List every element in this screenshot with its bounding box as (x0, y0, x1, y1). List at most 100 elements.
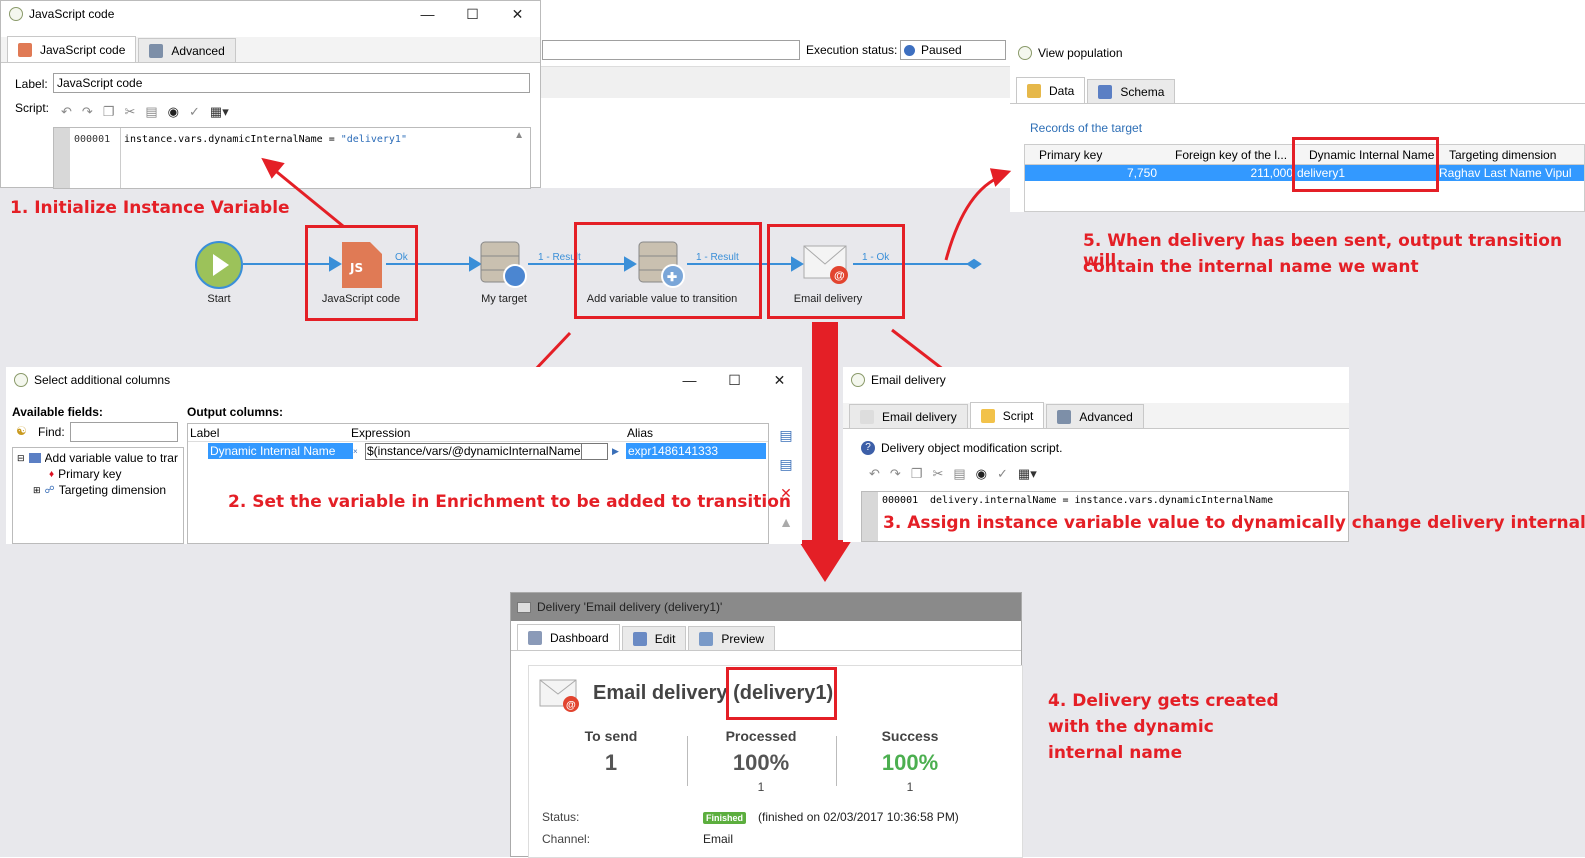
add-icon[interactable]: ▤ (779, 427, 792, 444)
copy-icon[interactable]: ❐ (911, 466, 923, 482)
node-label: My target (481, 293, 527, 305)
preview-icon (699, 631, 714, 646)
available-fields-label: Available fields: (12, 405, 103, 419)
my-target-node[interactable] (480, 240, 530, 293)
filter-icon[interactable]: ☯ (16, 424, 27, 438)
tab-label: Advanced (1079, 409, 1133, 424)
cell-alias: expr1486141333 (626, 443, 766, 459)
tab-label: Dashboard (550, 630, 609, 645)
search-icon[interactable]: ◉ (976, 466, 987, 482)
close-icon[interactable]: ✕ (757, 372, 802, 389)
window-title: Email delivery (871, 373, 946, 387)
help-text: Delivery object modification script. (881, 441, 1063, 455)
edit-icon (632, 631, 647, 646)
tab-preview[interactable]: Preview (688, 626, 776, 650)
output-end (966, 258, 982, 270)
play-icon (195, 241, 243, 289)
undo-icon[interactable]: ↶ (869, 466, 880, 482)
cell-label: Dynamic Internal Name (208, 443, 353, 459)
email-icon (517, 601, 531, 613)
tab-edit[interactable]: Edit (621, 626, 687, 650)
annotation-2: 2. Set the variable in Enrichment to be … (228, 492, 791, 512)
minimize-icon[interactable]: — (667, 372, 712, 389)
select-columns-window: Select additional columns — ☐ ✕ Availabl… (6, 367, 802, 544)
expression-extra[interactable] (582, 442, 608, 460)
table-icon (28, 453, 41, 463)
status-text: (finished on 02/03/2017 10:36:58 PM) (758, 810, 959, 824)
line-number: 000001 (882, 495, 919, 506)
tree-item[interactable]: ♦ Primary key (13, 466, 183, 482)
kpi-value: 100% (732, 750, 790, 775)
status-label: Status: (542, 810, 580, 824)
column-header[interactable]: Alias (627, 426, 767, 440)
tab-label: Script (1002, 408, 1034, 423)
node-label: Start (207, 293, 231, 305)
redo-icon[interactable]: ↷ (890, 466, 901, 482)
fields-tree: ⊟ Add variable value to trar ♦ Primary key… (12, 447, 184, 544)
kpi-to-send: To send 1 (551, 728, 671, 776)
column-header[interactable]: Label (188, 426, 351, 440)
script-toolbar: ↶ ↷ ❐ ✂ ▤ ◉ ✓ ▦▾ (869, 463, 1037, 485)
edit-icon[interactable]: ▤ (779, 456, 792, 473)
code-line: delivery.internalName = instance.vars.dy… (930, 495, 1274, 506)
heading-text: Email delivery (593, 682, 728, 704)
tab-script[interactable]: Script (969, 402, 1045, 428)
edit-expression-icon[interactable]: ▶ (612, 446, 626, 457)
title-bar: Delivery 'Email delivery (delivery1)' (511, 593, 1021, 621)
start-node[interactable] (194, 240, 244, 293)
kpi-label: Processed (725, 728, 797, 744)
check-icon[interactable]: ✓ (997, 466, 1008, 482)
paste-icon[interactable]: ▤ (953, 466, 965, 482)
column-header[interactable]: Expression (351, 426, 627, 440)
kpi-label: Success (881, 728, 939, 744)
script-icon (980, 408, 995, 423)
channel-label: Channel: (542, 832, 591, 846)
highlight-box-js-node (305, 225, 418, 321)
email-icon: @ (539, 676, 583, 719)
find-input[interactable] (70, 422, 178, 442)
annotation-4-line2: with the dynamic (1048, 717, 1214, 737)
svg-text:@: @ (566, 700, 576, 711)
grid-side-toolbar: ▤ ▤ ✕ ▲ (774, 427, 798, 530)
table-row[interactable]: Dynamic Internal Name × $(instance/vars/… (188, 442, 768, 460)
output-grid: Label Expression Alias Dynamic Internal … (187, 423, 769, 544)
kpi-divider (687, 736, 688, 786)
window-title: Delivery 'Email delivery (delivery1)' (537, 600, 723, 614)
tree-item[interactable]: ⊟ Add variable value to trar (13, 450, 183, 466)
highlight-box-enrichment-node (574, 222, 762, 319)
tree-label: Targeting dimension (58, 483, 167, 497)
annotation-4-line1: 4. Delivery gets created (1048, 691, 1279, 711)
help-text-row: ? Delivery object modification script. (861, 441, 1062, 455)
kpi-sub: 1 (757, 780, 765, 794)
tab-email-delivery[interactable]: Email delivery (849, 404, 968, 428)
insert-icon[interactable]: ▦▾ (1018, 466, 1037, 482)
kpi-sub: 1 (906, 780, 914, 794)
expression-input[interactable]: $(instance/vars/@dynamicInternalName) (365, 442, 582, 460)
window-title: Select additional columns (34, 373, 171, 387)
tab-dashboard[interactable]: Dashboard (517, 624, 620, 650)
annotation-1: 1. Initialize Instance Variable (10, 198, 290, 218)
tab-label: Edit (654, 631, 676, 646)
app-icon (851, 373, 865, 387)
tab-label: Email delivery (882, 409, 957, 424)
key-icon: ♦ (49, 468, 55, 480)
move-up-icon[interactable]: ▲ (779, 514, 793, 530)
find-label: Find: (38, 425, 65, 439)
dashboard-icon (528, 630, 542, 645)
editor-gutter (862, 492, 878, 541)
app-icon (14, 373, 28, 387)
tab-advanced[interactable]: Advanced (1046, 404, 1144, 428)
kpi-processed: Processed 100% 1 (701, 728, 821, 794)
grid-header: Label Expression Alias (188, 424, 768, 442)
tree-item[interactable]: ⊞ ☍ Targeting dimension (13, 482, 183, 498)
kpi-value: 100% (881, 750, 939, 775)
maximize-icon[interactable]: ☐ (712, 372, 757, 389)
annotation-5-line2: contain the internal name we want (1083, 257, 1419, 277)
email-icon (860, 409, 874, 424)
arrow-5 (944, 174, 1003, 261)
help-icon: ? (861, 441, 875, 455)
delivery-window: Delivery 'Email delivery (delivery1)' Da… (510, 592, 1023, 858)
annotation-4-line3: internal name (1048, 743, 1183, 763)
kpi-divider (836, 736, 837, 786)
cut-icon[interactable]: ✂ (932, 466, 943, 482)
